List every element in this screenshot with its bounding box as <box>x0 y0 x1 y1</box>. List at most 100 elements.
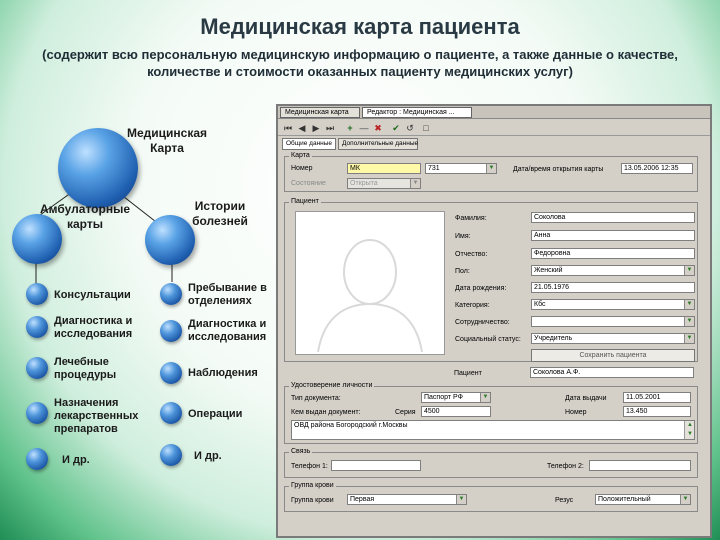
prev-record-icon[interactable]: ◀ <box>296 122 308 134</box>
patient-group: Пациент Фамилия: Соколова Имя: Анна Отче… <box>284 198 698 362</box>
right-item-label: Пребывание в отделениях <box>188 282 267 307</box>
tab-medical-card[interactable]: Медицинская карта <box>280 107 360 118</box>
card-group: Карта Номер МК 731 ▼ Дата/время открытия… <box>284 152 698 192</box>
right-item-label: Наблюдения <box>188 367 258 379</box>
left-item-label: Диагностика и исследования <box>54 315 133 340</box>
name-field[interactable]: Анна <box>531 230 695 241</box>
card-datetime-label: Дата/время открытия карты <box>513 166 604 173</box>
name-label: Имя: <box>455 233 471 240</box>
chevron-down-icon[interactable]: ▼ <box>486 164 496 173</box>
series-field[interactable]: 4500 <box>421 406 491 417</box>
chevron-down-icon[interactable]: ▼ <box>684 266 694 275</box>
social-status-value: Учредитель <box>534 335 573 342</box>
phone1-field[interactable] <box>331 460 421 471</box>
issued-by-field[interactable]: ОВД района Богородский г.Москвы ▲ ▼ <box>291 420 695 440</box>
right-item-label: Операции <box>188 408 243 420</box>
first-record-icon[interactable]: ⏮ <box>282 122 294 134</box>
card-number-field[interactable]: 731 ▼ <box>425 163 497 174</box>
left-item-bullet <box>26 316 48 338</box>
surname-label: Фамилия: <box>455 215 487 222</box>
right-item-bullet <box>160 283 182 305</box>
category-select[interactable]: Кбс ▼ <box>531 299 695 310</box>
left-item-label: Назначения лекарственных препаратов <box>54 397 139 435</box>
scroll-up-icon[interactable]: ▲ <box>685 421 694 430</box>
blood-group-title: Группа крови <box>289 482 336 489</box>
patient-group-title: Пациент <box>289 198 321 205</box>
rh-select[interactable]: Положительный ▼ <box>595 494 691 505</box>
right-item-label: И др. <box>194 450 222 462</box>
identity-group-title: Удостоверение личности <box>289 382 375 389</box>
phone1-label: Телефон 1: <box>291 463 328 470</box>
doc-type-label: Тип документа: <box>291 395 341 402</box>
category-value: Кбс <box>534 301 546 308</box>
issue-date-field[interactable]: 11.05.2001 <box>623 392 691 403</box>
right-item-label: Диагностика и исследования <box>188 318 267 343</box>
rh-label: Резус <box>555 497 574 504</box>
chevron-down-icon[interactable]: ▼ <box>456 495 466 504</box>
chevron-down-icon[interactable]: ▼ <box>684 317 694 326</box>
window-tab-bar: Медицинская карта Редактор : Медицинская… <box>278 106 710 119</box>
chevron-down-icon[interactable]: ▼ <box>684 334 694 343</box>
user-silhouette-icon <box>317 239 423 353</box>
last-record-icon[interactable]: ⏭ <box>324 122 336 134</box>
blood-type-value: Первая <box>350 496 375 503</box>
patient-field[interactable]: Соколова А.Ф. <box>530 367 694 378</box>
chevron-down-icon[interactable]: ▼ <box>680 495 690 504</box>
scroll-down-icon[interactable]: ▼ <box>685 430 694 439</box>
patient-label: Пациент <box>454 370 482 377</box>
medical-card-window: Медицинская карта Редактор : Медицинская… <box>276 104 712 538</box>
birthdate-field[interactable]: 21.05.1976 <box>531 282 695 293</box>
next-record-icon[interactable]: ▶ <box>310 122 322 134</box>
chevron-down-icon: ▼ <box>410 179 420 188</box>
social-status-label: Социальный статус: <box>455 336 521 343</box>
card-datetime-field[interactable]: 13.05.2006 12:35 <box>621 163 693 174</box>
delete-icon[interactable]: — <box>358 122 370 134</box>
clear-icon[interactable]: ✖ <box>372 122 384 134</box>
tab-general-data[interactable]: Общие данные <box>282 138 336 150</box>
cancel-icon[interactable]: ↺ <box>404 122 416 134</box>
issued-by-scrollbar[interactable]: ▲ ▼ <box>684 421 694 439</box>
birthdate-label: Дата рождения: <box>455 285 507 292</box>
left-item-label: Консультации <box>54 289 131 301</box>
left-item-bullet <box>26 357 48 379</box>
card-group-title: Карта <box>289 152 312 159</box>
card-status-field: Открыта ▼ <box>347 178 421 189</box>
left-branch-label: Амбулаторные карты <box>40 202 130 231</box>
social-status-select[interactable]: Учредитель ▼ <box>531 333 695 344</box>
confirm-icon[interactable]: ✔ <box>390 122 402 134</box>
cooperation-label: Сотрудничество: <box>455 319 510 326</box>
surname-field[interactable]: Соколова <box>531 212 695 223</box>
patient-photo[interactable] <box>295 211 445 355</box>
refresh-icon[interactable]: □ <box>420 122 432 134</box>
issued-by-value: ОВД района Богородский г.Москвы <box>294 422 408 429</box>
rh-value: Положительный <box>598 496 651 503</box>
blood-group: Группа крови Группа крови Первая ▼ Резус… <box>284 482 698 512</box>
patronymic-field[interactable]: Федоровна <box>531 248 695 259</box>
add-icon[interactable]: + <box>344 122 356 134</box>
blood-type-label: Группа крови <box>291 497 334 504</box>
blood-type-select[interactable]: Первая ▼ <box>347 494 467 505</box>
contacts-group: Связь Телефон 1: Телефон 2: <box>284 448 698 478</box>
left-item-bullet <box>26 402 48 424</box>
tab-editor[interactable]: Редактор : Медицинская ... <box>362 107 472 118</box>
contacts-group-title: Связь <box>289 448 313 455</box>
issued-by-label: Кем выдан документ: <box>291 409 361 416</box>
series-label: Серия <box>395 409 416 416</box>
card-number-prefix[interactable]: МК <box>347 163 421 174</box>
left-item-bullet <box>26 283 48 305</box>
phone2-field[interactable] <box>589 460 691 471</box>
doc-number-label: Номер <box>565 409 587 416</box>
right-item-bullet <box>160 320 182 342</box>
right-item-bullet <box>160 362 182 384</box>
card-status-label: Состояние <box>291 180 326 187</box>
doc-number-field[interactable]: 13.450 <box>623 406 691 417</box>
tab-additional-data[interactable]: Дополнительные данные <box>338 138 418 150</box>
cooperation-select[interactable]: ▼ <box>531 316 695 327</box>
identity-group: Удостоверение личности Тип документа: Па… <box>284 382 698 444</box>
doc-type-select[interactable]: Паспорт РФ ▼ <box>421 392 491 403</box>
chevron-down-icon[interactable]: ▼ <box>480 393 490 402</box>
chevron-down-icon[interactable]: ▼ <box>684 300 694 309</box>
card-status-value: Открыта <box>350 180 378 187</box>
gender-select[interactable]: Женский ▼ <box>531 265 695 276</box>
save-patient-button[interactable]: Сохранить пациента <box>531 349 695 362</box>
